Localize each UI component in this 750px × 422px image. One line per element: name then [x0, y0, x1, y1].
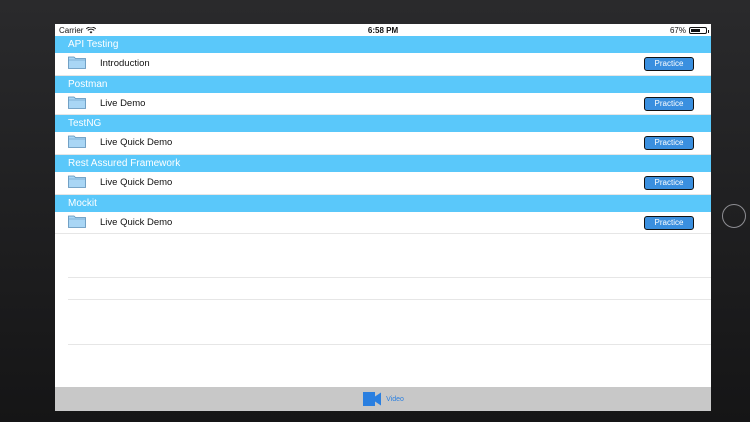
- list-item[interactable]: Live Demo Practice: [55, 92, 711, 116]
- list-item-label: Live Quick Demo: [100, 216, 173, 228]
- folder-icon: [68, 175, 86, 188]
- practice-button[interactable]: Practice: [644, 176, 694, 191]
- battery-fill: [691, 29, 701, 32]
- folder-icon: [68, 135, 86, 149]
- list-item[interactable]: Introduction Practice: [55, 53, 711, 76]
- section-header: Rest Assured Framework: [55, 155, 711, 173]
- practice-button[interactable]: Practice: [644, 96, 694, 111]
- ipad-frame: Carrier 6:58 PM 67% API Testing Introduct…: [0, 0, 750, 422]
- list-item-label: Live Quick Demo: [100, 137, 173, 149]
- table-separator: [68, 344, 711, 345]
- list-item[interactable]: Live Quick Demo Practice: [55, 211, 711, 235]
- tab-bar: Video: [55, 387, 711, 411]
- table-separator: [68, 299, 711, 300]
- section-header: API Testing: [55, 36, 711, 53]
- practice-button[interactable]: Practice: [644, 136, 694, 151]
- folder-icon: [68, 215, 86, 228]
- section-header: Postman: [55, 75, 711, 93]
- battery-icon: [689, 27, 709, 34]
- folder-icon: [68, 96, 86, 109]
- list-item[interactable]: Live Quick Demo Practice: [55, 132, 711, 156]
- tab-video-label: Video: [386, 395, 404, 403]
- battery-percent: 67%: [669, 26, 686, 35]
- folder-icon: [68, 56, 86, 69]
- section-header: Mockit: [55, 194, 711, 212]
- practice-button[interactable]: Practice: [644, 57, 694, 71]
- status-right: 67%: [669, 26, 709, 35]
- lesson-list: API Testing Introduction Practice Postman Li…: [55, 36, 711, 235]
- list-item-label: Introduction: [100, 58, 150, 69]
- tab-video[interactable]: Video: [362, 391, 404, 407]
- home-button[interactable]: [722, 204, 746, 228]
- practice-button[interactable]: Practice: [644, 215, 694, 230]
- status-bar: Carrier 6:58 PM 67%: [55, 24, 711, 36]
- list-item-label: Live Quick Demo: [100, 177, 173, 189]
- list-item[interactable]: Live Quick Demo Practice: [55, 172, 711, 195]
- table-separator: [68, 277, 711, 278]
- video-camera-icon: [363, 392, 382, 406]
- app-screen: Carrier 6:58 PM 67% API Testing Introduct…: [55, 24, 711, 411]
- list-item-label: Live Demo: [100, 97, 146, 109]
- status-time: 6:58 PM: [367, 26, 399, 35]
- section-header: TestNG: [55, 115, 711, 133]
